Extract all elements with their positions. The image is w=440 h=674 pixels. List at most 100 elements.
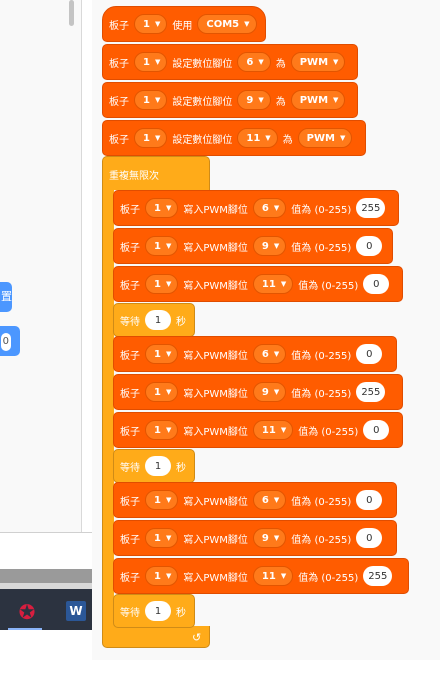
chevron-down-icon: ▼ <box>280 280 287 288</box>
board-value: 1 <box>143 56 150 68</box>
pin-value: 11 <box>261 424 276 436</box>
pin-dropdown[interactable]: 6 ▼ <box>237 52 271 72</box>
pwm-write-block[interactable]: 板子 1 ▼ 寫入PWM腳位 6 ▼ 值為 (0-255) 0 <box>113 336 397 372</box>
pwm-write-label: 寫入PWM腳位 <box>183 350 248 362</box>
value-label: 值為 (0-255) <box>291 242 352 254</box>
chevron-down-icon: ▼ <box>154 96 161 104</box>
board-dropdown[interactable]: 1 ▼ <box>134 52 168 72</box>
forever-block[interactable]: 重複無限次 <box>102 156 210 190</box>
block-palette <box>0 0 82 532</box>
use-port-block[interactable]: 板子 1 ▼ 使用 COM5 ▼ <box>102 6 266 42</box>
port-dropdown[interactable]: COM5 ▼ <box>197 14 257 34</box>
as-label: 為 <box>275 96 286 108</box>
set-pin-mode-block[interactable]: 板子 1 ▼ 設定數位腳位 6 ▼ 為 PWM ▼ <box>102 44 358 80</box>
pin-dropdown[interactable]: 11 ▼ <box>252 420 294 440</box>
board-label: 板子 <box>120 496 140 508</box>
use-label: 使用 <box>172 20 193 32</box>
taskbar-app-icon[interactable]: ✪ <box>12 600 42 624</box>
board-dropdown[interactable]: 1 ▼ <box>145 198 179 218</box>
pin-value: 6 <box>261 494 269 506</box>
mode-dropdown[interactable]: PWM ▼ <box>290 90 346 110</box>
wait-seconds-input[interactable]: 1 <box>145 310 171 330</box>
wait-label: 等待 <box>120 607 140 619</box>
chevron-down-icon: ▼ <box>165 388 172 396</box>
pwm-value-input[interactable]: 0 <box>363 274 390 294</box>
wait-block[interactable]: 等待 1 秒 <box>113 449 195 483</box>
set-pin-mode-block[interactable]: 板子 1 ▼ 設定數位腳位 9 ▼ 為 PWM ▼ <box>102 82 358 118</box>
pin-dropdown[interactable]: 9 ▼ <box>237 90 271 110</box>
set-pin-mode-block[interactable]: 板子 1 ▼ 設定數位腳位 11 ▼ 為 PWM ▼ <box>102 120 366 156</box>
pwm-value-input[interactable]: 0 <box>356 490 383 510</box>
pwm-write-label: 寫入PWM腳位 <box>183 388 248 400</box>
mode-dropdown[interactable]: PWM ▼ <box>290 52 346 72</box>
board-dropdown[interactable]: 1 ▼ <box>145 274 179 294</box>
board-dropdown[interactable]: 1 ▼ <box>145 528 179 548</box>
pwm-write-block[interactable]: 板子 1 ▼ 寫入PWM腳位 11 ▼ 值為 (0-255) 0 <box>113 266 403 302</box>
seconds-label: 秒 <box>176 607 186 619</box>
pwm-write-block[interactable]: 板子 1 ▼ 寫入PWM腳位 11 ▼ 值為 (0-255) 255 <box>113 558 409 594</box>
pin-value: 6 <box>246 56 254 68</box>
board-label: 板子 <box>109 20 129 32</box>
seconds-label: 秒 <box>176 462 186 474</box>
pwm-value-input[interactable]: 255 <box>356 382 386 402</box>
pwm-write-block[interactable]: 板子 1 ▼ 寫入PWM腳位 9 ▼ 值為 (0-255) 0 <box>113 520 397 556</box>
pwm-value-input[interactable]: 0 <box>356 236 383 256</box>
pwm-write-block[interactable]: 板子 1 ▼ 寫入PWM腳位 6 ▼ 值為 (0-255) 255 <box>113 190 399 226</box>
board-dropdown[interactable]: 1 ▼ <box>134 14 168 34</box>
board-dropdown[interactable]: 1 ▼ <box>145 566 179 586</box>
palette-block-value[interactable]: 0 <box>1 333 11 351</box>
pwm-value-input[interactable]: 0 <box>356 528 383 548</box>
pin-dropdown[interactable]: 11 ▼ <box>237 128 278 148</box>
word-app-icon[interactable]: W <box>66 601 86 621</box>
board-dropdown[interactable]: 1 ▼ <box>145 420 179 440</box>
board-dropdown[interactable]: 1 ▼ <box>134 128 168 148</box>
board-label: 板子 <box>109 58 129 70</box>
pin-value: 9 <box>261 386 269 398</box>
pin-dropdown[interactable]: 11 ▼ <box>252 566 294 586</box>
port-value: COM5 <box>206 18 240 30</box>
pwm-value-input[interactable]: 0 <box>356 344 383 364</box>
chevron-down-icon: ▼ <box>154 20 161 28</box>
pin-dropdown[interactable]: 6 ▼ <box>252 198 287 218</box>
palette-block-input[interactable]: 0 <box>0 326 20 356</box>
board-label: 板子 <box>109 96 129 108</box>
board-label: 板子 <box>109 134 129 146</box>
pwm-value-input[interactable]: 255 <box>356 198 386 218</box>
board-dropdown[interactable]: 1 ▼ <box>145 236 179 256</box>
pin-dropdown[interactable]: 9 ▼ <box>252 528 287 548</box>
board-dropdown[interactable]: 1 ▼ <box>145 490 179 510</box>
board-value: 1 <box>154 240 161 252</box>
set-pin-label: 設定數位腳位 <box>172 134 233 146</box>
pwm-write-block[interactable]: 板子 1 ▼ 寫入PWM腳位 9 ▼ 值為 (0-255) 255 <box>113 374 403 410</box>
chevron-down-icon: ▼ <box>165 350 172 358</box>
board-label: 板子 <box>120 242 140 254</box>
chevron-down-icon: ▼ <box>339 134 346 142</box>
wait-seconds-input[interactable]: 1 <box>145 601 171 621</box>
pin-dropdown[interactable]: 6 ▼ <box>252 490 287 510</box>
pin-dropdown[interactable]: 6 ▼ <box>252 344 287 364</box>
pwm-value-input[interactable]: 255 <box>363 566 393 586</box>
mode-dropdown[interactable]: PWM ▼ <box>297 128 353 148</box>
pwm-write-block[interactable]: 板子 1 ▼ 寫入PWM腳位 11 ▼ 值為 (0-255) 0 <box>113 412 403 448</box>
palette-block-set[interactable]: 置 <box>0 282 12 312</box>
board-value: 1 <box>154 570 161 582</box>
pin-dropdown[interactable]: 9 ▼ <box>252 236 287 256</box>
chevron-down-icon: ▼ <box>165 426 172 434</box>
wait-block[interactable]: 等待 1 秒 <box>113 594 195 628</box>
palette-scrollbar[interactable] <box>69 0 74 26</box>
board-label: 板子 <box>120 388 140 400</box>
pin-dropdown[interactable]: 9 ▼ <box>252 382 287 402</box>
workspace-margin <box>92 660 440 674</box>
wait-label: 等待 <box>120 316 140 328</box>
as-label: 為 <box>282 134 293 146</box>
pin-dropdown[interactable]: 11 ▼ <box>252 274 294 294</box>
board-dropdown[interactable]: 1 ▼ <box>145 344 179 364</box>
wait-block[interactable]: 等待 1 秒 <box>113 303 195 337</box>
wait-seconds-input[interactable]: 1 <box>145 456 171 476</box>
pwm-value-input[interactable]: 0 <box>363 420 390 440</box>
board-dropdown[interactable]: 1 ▼ <box>134 90 168 110</box>
board-dropdown[interactable]: 1 ▼ <box>145 382 179 402</box>
pwm-write-block[interactable]: 板子 1 ▼ 寫入PWM腳位 9 ▼ 值為 (0-255) 0 <box>113 228 393 264</box>
pwm-write-block[interactable]: 板子 1 ▼ 寫入PWM腳位 6 ▼ 值為 (0-255) 0 <box>113 482 397 518</box>
value-label: 值為 (0-255) <box>298 280 359 292</box>
